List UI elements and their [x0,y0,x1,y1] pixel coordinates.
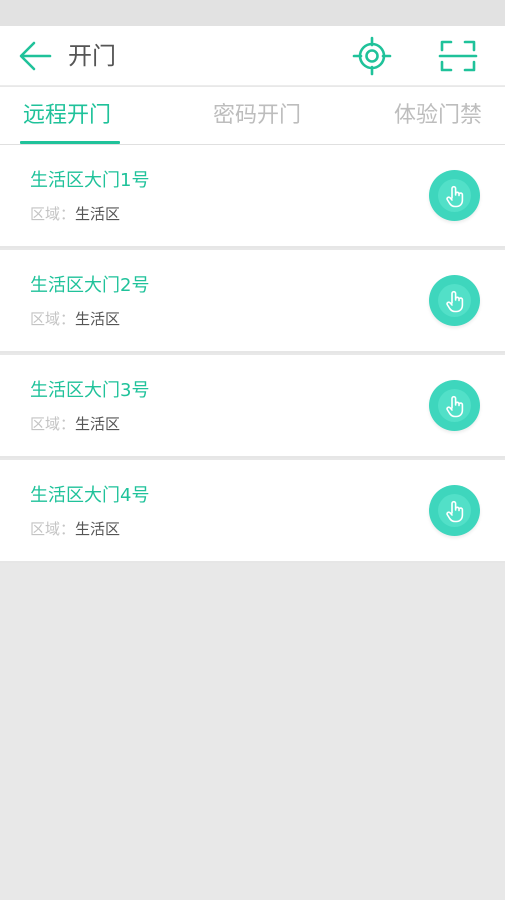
door-list-item: 生活区大门3号 区域：生活区 [0,355,505,458]
area-value: 生活区 [75,520,121,538]
door-name: 生活区大门1号 [30,170,150,191]
door-area: 区域：生活区 [30,203,120,225]
scan-frame-icon [438,40,478,78]
door-list-item: 生活区大门1号 区域：生活区 [0,145,505,248]
open-door-button[interactable] [429,485,480,536]
open-door-button[interactable] [429,170,480,221]
door-list-item: 生活区大门4号 区域：生活区 [0,460,505,563]
page-title: 开门 [68,42,116,70]
door-name: 生活区大门3号 [30,380,150,401]
door-list-item: 生活区大门2号 区域：生活区 [0,250,505,353]
back-button[interactable] [14,38,54,74]
crosshair-target-icon [352,36,392,80]
door-name: 生活区大门2号 [30,275,150,296]
scan-button[interactable] [438,38,478,74]
arrow-left-icon [14,38,54,74]
open-door-button[interactable] [429,380,480,431]
area-label: 区域： [30,205,76,223]
area-value: 生活区 [75,205,121,223]
active-tab-indicator [20,141,120,144]
header-bar: 开门 [0,26,505,86]
locate-button[interactable] [352,36,392,76]
door-list: 生活区大门1号 区域：生活区 生活区大门2号 区域：生活区 生活区大门3号 区域… [0,145,505,563]
open-door-button[interactable] [429,275,480,326]
door-name: 生活区大门4号 [30,485,150,506]
area-value: 生活区 [75,310,121,328]
tab-bar: 远程开门 密码开门 体验门禁 [0,87,505,145]
area-label: 区域： [30,520,76,538]
area-label: 区域： [30,415,76,433]
door-area: 区域：生活区 [30,413,120,435]
door-area: 区域：生活区 [30,518,120,540]
area-value: 生活区 [75,415,121,433]
area-label: 区域： [30,310,76,328]
tab-trial-access[interactable]: 体验门禁 [394,101,482,131]
door-area: 区域：生活区 [30,308,120,330]
tab-remote-open[interactable]: 远程开门 [23,101,111,131]
status-bar [0,0,505,26]
tab-password-open[interactable]: 密码开门 [213,101,301,131]
